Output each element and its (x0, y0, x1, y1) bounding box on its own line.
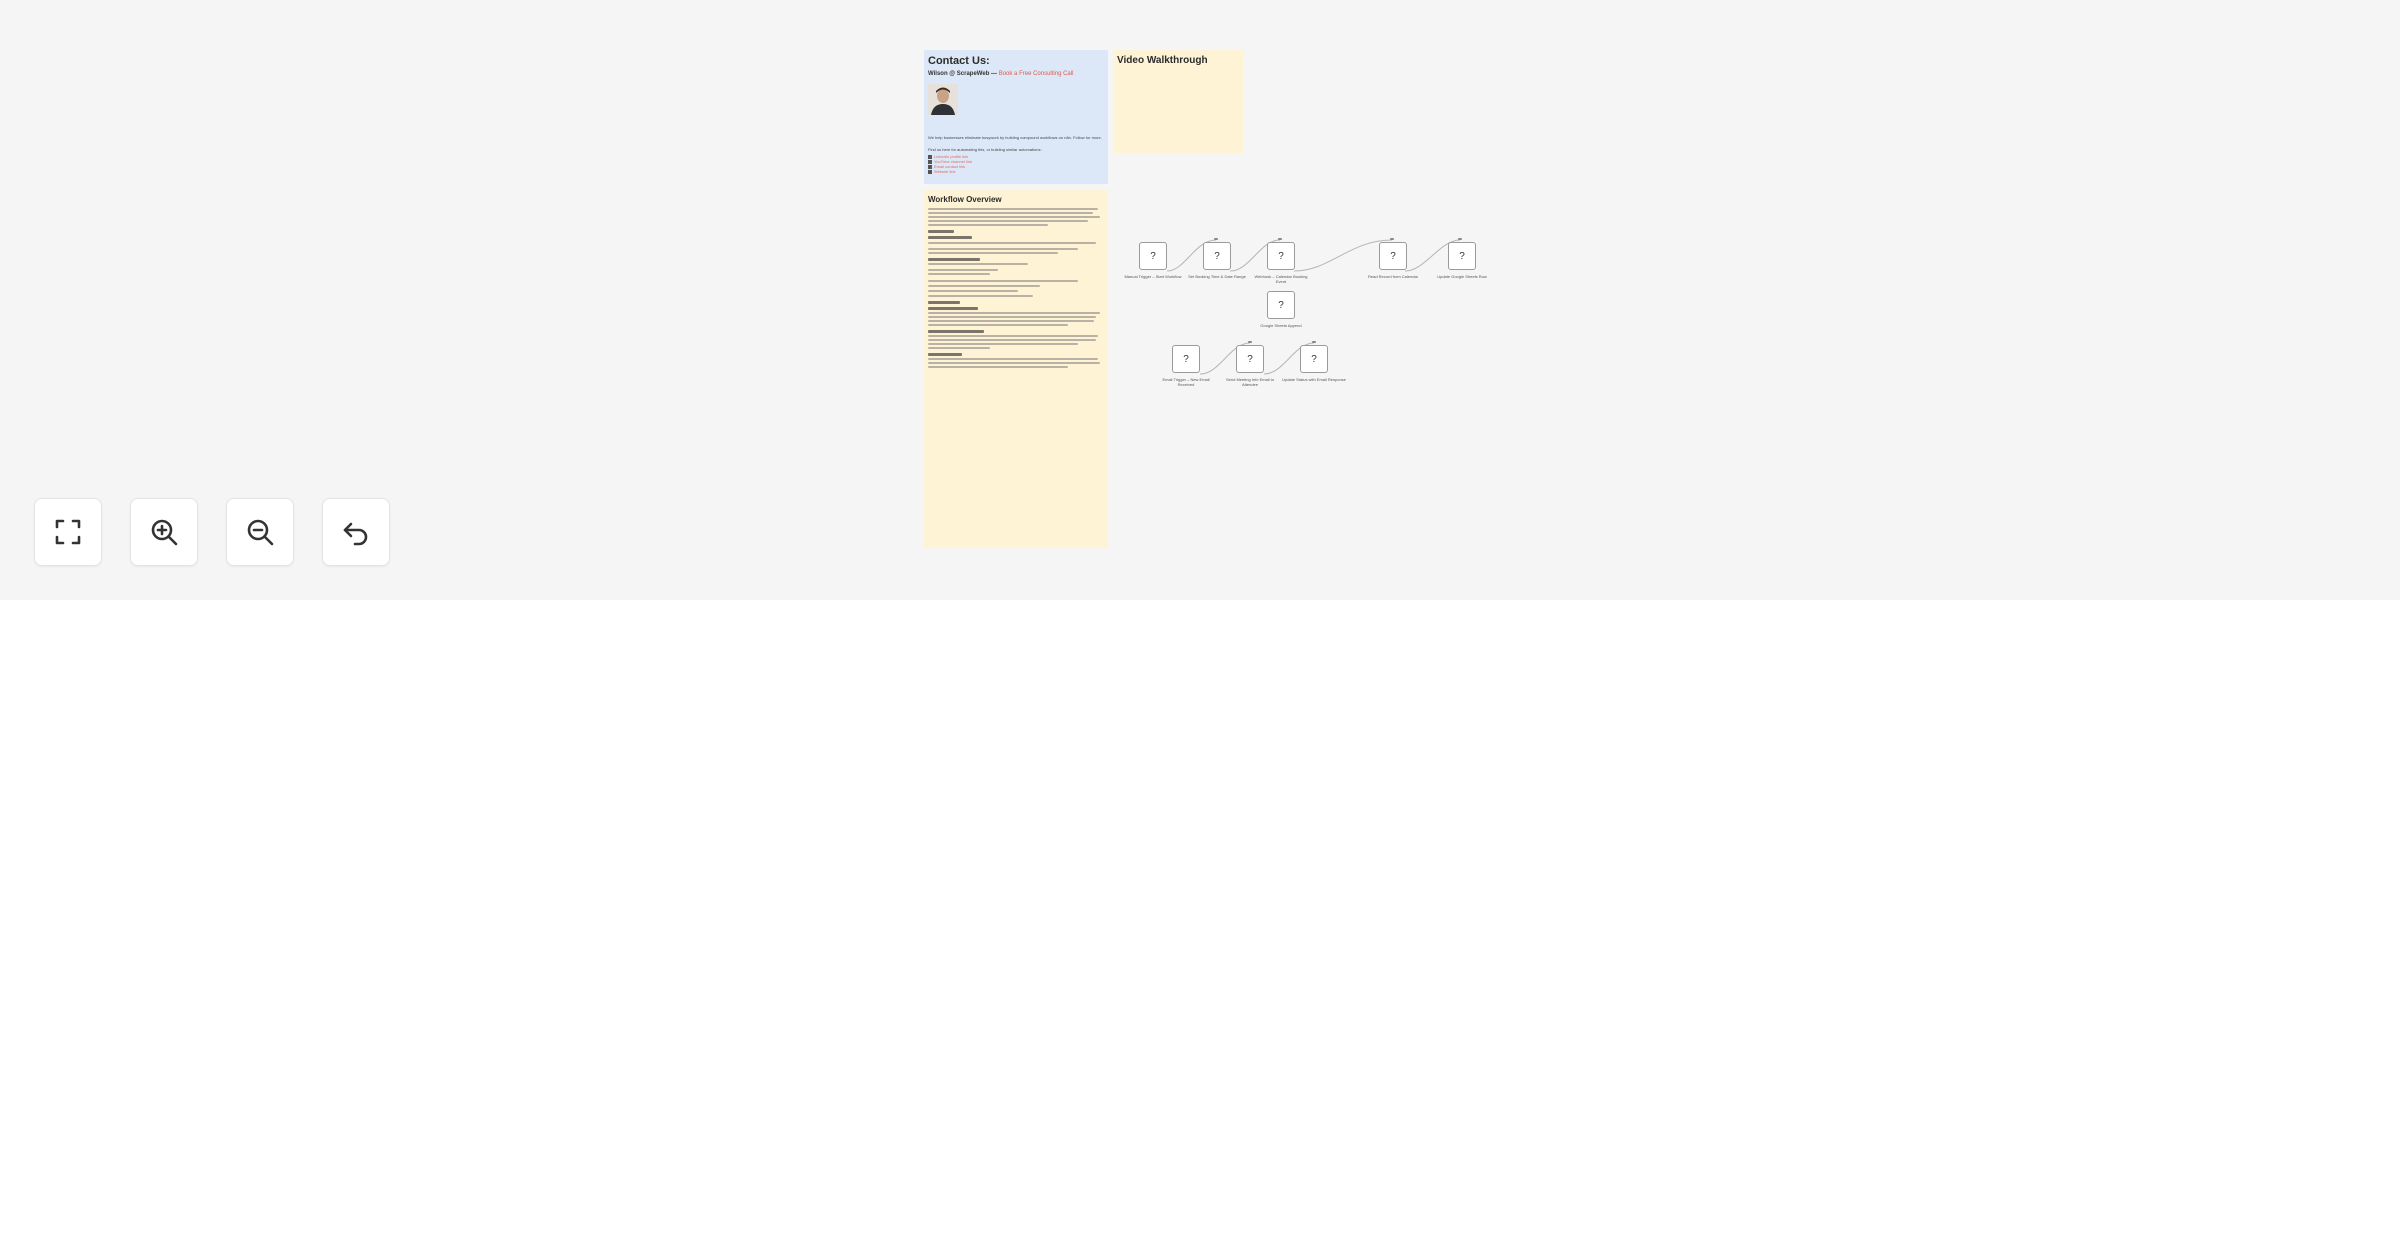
zoom-out-icon (247, 519, 274, 546)
node-handle (1248, 341, 1252, 343)
node-label: Google Sheets Append (1260, 323, 1302, 328)
node-handle (1214, 238, 1218, 240)
question-icon[interactable]: ? (1139, 242, 1167, 270)
workflow-canvas[interactable]: Contact Us: Wilson @ ScrapeWeb — Book a … (0, 0, 2400, 600)
node-label: Update Google Sheets Row (1437, 274, 1487, 279)
question-icon[interactable]: ? (1172, 345, 1200, 373)
question-icon[interactable]: ? (1379, 242, 1407, 270)
node-label: Set Booking Time & Date Range (1188, 274, 1246, 279)
zoom-out-button[interactable] (226, 498, 294, 566)
node-handle (1390, 238, 1394, 240)
undo-icon (343, 522, 368, 546)
question-icon[interactable]: ? (1300, 345, 1328, 373)
node-label: Read Record from Calendar (1367, 274, 1419, 279)
node-label: Manual Trigger – Start Workflow (1124, 274, 1182, 279)
node-handle (1312, 341, 1316, 343)
question-icon[interactable]: ? (1267, 242, 1295, 270)
node-label: Webhook – Calendar Booking Event (1254, 274, 1308, 284)
node-label: Email Trigger – New Email Received (1162, 377, 1210, 387)
fit-view-button[interactable] (34, 498, 102, 566)
node-handle (1278, 238, 1282, 240)
node-label: Update Status with Email Response (1282, 377, 1346, 382)
node-handle (1458, 238, 1462, 240)
zoom-in-icon (151, 519, 178, 546)
zoom-in-button[interactable] (130, 498, 198, 566)
undo-button[interactable] (322, 498, 390, 566)
question-icon[interactable]: ? (1203, 242, 1231, 270)
question-icon[interactable]: ? (1267, 291, 1295, 319)
question-icon[interactable]: ? (1448, 242, 1476, 270)
question-icon[interactable]: ? (1236, 345, 1264, 373)
fullscreen-icon (55, 519, 81, 545)
connection-line (1293, 239, 1393, 272)
node-label: Send Meeting Info Email to Attendee (1225, 377, 1275, 387)
